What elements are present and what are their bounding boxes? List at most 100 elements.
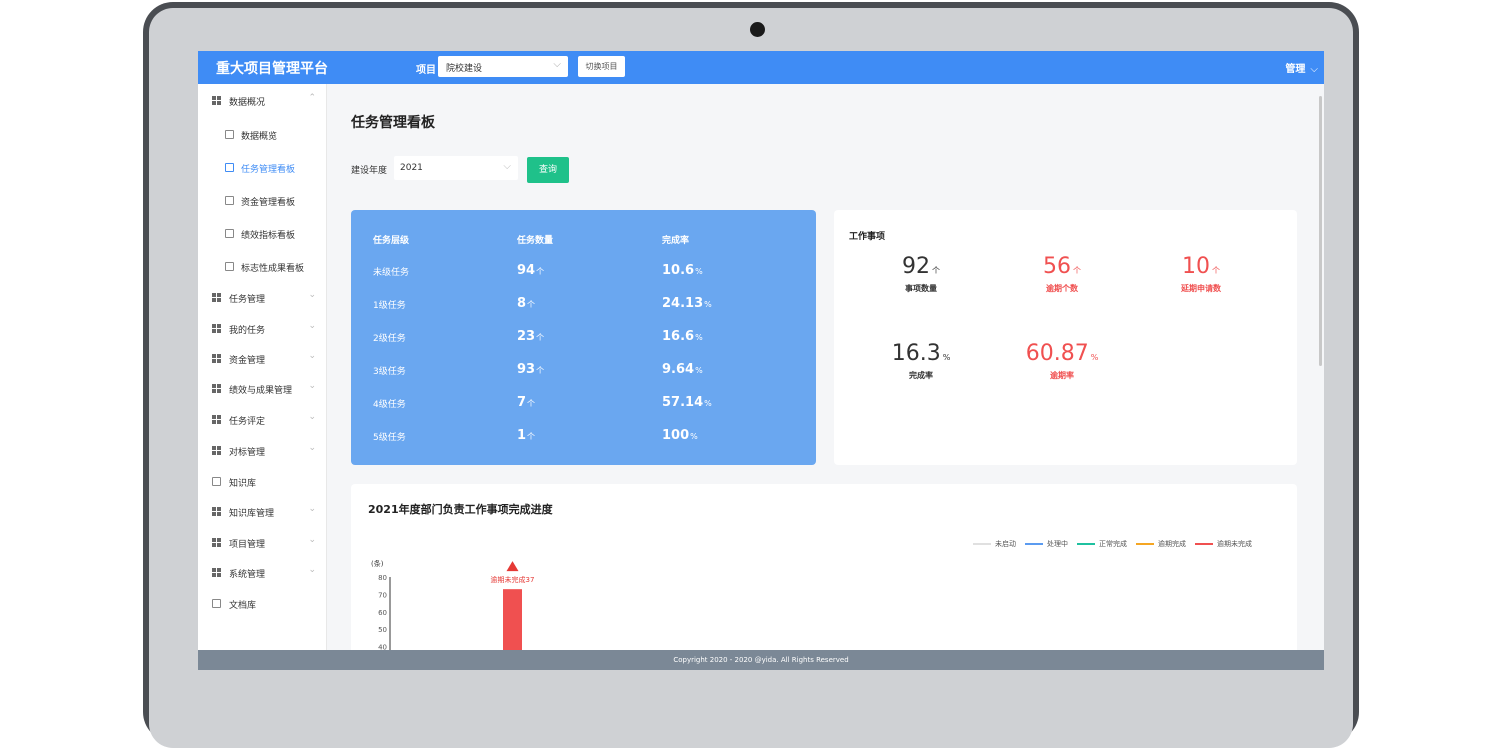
work-stat: 92 个事项数量 (861, 254, 981, 294)
query-button[interactable]: 查询 (527, 157, 569, 183)
task-level-label: 4级任务 (373, 400, 406, 410)
sidebar-item-7[interactable]: 我的任务 ⌄ (198, 320, 327, 340)
grid-icon (212, 324, 221, 333)
switch-project-button[interactable]: 切换项目 (578, 56, 625, 77)
camera-icon (750, 22, 765, 37)
task-rate-number: 100 (662, 428, 690, 443)
work-stat-value: 60.87% (1002, 341, 1122, 366)
work-stat-value: 10 个 (1141, 254, 1261, 279)
progress-chart-card: 2021年度部门负责工作事项完成进度 未启动 处理中 正常完成 逾期完成 逾期未完成 (… (351, 484, 1297, 670)
work-stat-label: 逾期个数 (1046, 284, 1078, 293)
y-axis-label: (条) (371, 559, 384, 568)
sidebar-item-1[interactable]: 数据概览 (198, 126, 327, 146)
header-rate: 完成率 (662, 236, 690, 246)
user-menu[interactable]: 管理 ⌵ (1285, 60, 1318, 75)
work-stat-value: 92 个 (861, 254, 981, 279)
page-title: 任务管理看板 (351, 115, 435, 131)
y-tick-label: 50 (378, 626, 387, 634)
sidebar-item-10[interactable]: 任务评定 ⌄ (198, 411, 327, 431)
y-tick-label: 70 (378, 591, 387, 599)
chevron-down-icon: ⌄ (308, 443, 316, 453)
task-rate-value: 9.64% (662, 362, 703, 377)
grid-icon (212, 446, 221, 455)
task-count-value: 8个 (517, 296, 535, 311)
top-bar: 重大项目管理平台 项目 院校建设 ⌵ 切换项目 管理 ⌵ (198, 51, 1324, 84)
task-level-card: 任务层级 任务数量 完成率 未级任务 94个 10.6% 1级任务 8个 24.13% 2级… (351, 210, 816, 465)
brand-title: 重大项目管理平台 (216, 61, 328, 77)
work-stat-unit: % (1090, 353, 1099, 362)
sidebar-item-label: 资金管理看板 (241, 198, 296, 208)
sidebar-item-label: 任务管理 (229, 295, 266, 305)
chevron-down-icon: ⌄ (308, 381, 316, 391)
sidebar-item-13[interactable]: 知识库管理 ⌄ (198, 503, 327, 523)
task-level-label: 2级任务 (373, 334, 406, 344)
sidebar-item-label: 文档库 (229, 601, 257, 611)
task-rate-number: 16.6 (662, 329, 695, 344)
sidebar-item-label: 知识库管理 (229, 509, 275, 519)
work-stat-number: 10 (1182, 254, 1210, 279)
sidebar-item-14[interactable]: 项目管理 ⌄ (198, 534, 327, 554)
grid-icon (212, 415, 221, 424)
scrollbar[interactable] (1319, 96, 1322, 366)
work-stat-value: 16.3% (861, 341, 981, 366)
document-icon (212, 599, 221, 608)
sidebar-item-16[interactable]: 文档库 (198, 595, 327, 615)
sidebar: 数据概况 ⌃ 数据概览 任务管理看板 资金管理看板 绩效指标看板 标志性成果看板 任务管理 ⌄ 我… (198, 84, 327, 670)
document-icon (225, 196, 234, 205)
task-count-number: 8 (517, 296, 527, 311)
chevron-down-icon: ⌄ (308, 504, 316, 514)
work-items-card: 工作事项 92 个事项数量 56 个逾期个数 10 个延期申请数 16.3% 完成率 60.87… (834, 210, 1297, 465)
sidebar-item-label: 资金管理 (229, 356, 266, 366)
task-count-number: 1 (517, 428, 527, 443)
sidebar-item-3[interactable]: 资金管理看板 (198, 192, 327, 212)
work-stat-number: 92 (902, 254, 930, 279)
sidebar-item-2[interactable]: 任务管理看板 (198, 159, 327, 179)
user-name: 管理 (1285, 64, 1306, 75)
task-count-unit: 个 (527, 432, 536, 441)
work-items-title: 工作事项 (849, 232, 886, 242)
y-tick-label: 80 (378, 574, 387, 582)
y-tick-label: 60 (378, 609, 387, 617)
task-count-number: 7 (517, 395, 527, 410)
sidebar-item-12[interactable]: 知识库 (198, 473, 327, 493)
app-screen: 重大项目管理平台 项目 院校建设 ⌵ 切换项目 管理 ⌵ 数据概况 ⌃ 数据概览 任务管… (198, 51, 1324, 670)
sidebar-item-11[interactable]: 对标管理 ⌄ (198, 442, 327, 462)
sidebar-item-label: 绩效与成果管理 (229, 386, 293, 396)
document-icon (225, 229, 234, 238)
document-icon (212, 477, 221, 486)
task-rate-value: 16.6% (662, 329, 703, 344)
chevron-down-icon: ⌵ (503, 161, 511, 172)
document-icon (225, 163, 234, 172)
grid-icon (212, 354, 221, 363)
grid-icon (212, 384, 221, 393)
bar-segment[interactable] (503, 589, 522, 654)
work-stat-unit: 个 (1073, 266, 1081, 275)
task-level-label: 未级任务 (373, 268, 410, 278)
chevron-down-icon: ⌵ (553, 59, 561, 70)
sidebar-item-label: 对标管理 (229, 448, 266, 458)
project-select[interactable]: 院校建设 ⌵ (438, 56, 568, 77)
sidebar-item-4[interactable]: 绩效指标看板 (198, 225, 327, 245)
task-rate-unit: % (695, 267, 703, 276)
sidebar-item-15[interactable]: 系统管理 ⌄ (198, 564, 327, 584)
sidebar-item-label: 任务评定 (229, 417, 266, 427)
work-stat-number: 56 (1043, 254, 1071, 279)
sidebar-item-label: 数据概况 (229, 98, 266, 108)
chevron-down-icon: ⌄ (308, 321, 316, 331)
task-rate-number: 10.6 (662, 263, 695, 278)
task-rate-value: 57.14% (662, 395, 712, 410)
task-rate-unit: % (695, 366, 703, 375)
sidebar-item-8[interactable]: 资金管理 ⌄ (198, 350, 327, 370)
sidebar-item-label: 知识库 (229, 479, 257, 489)
work-stat-label: 完成率 (909, 371, 933, 380)
sidebar-item-5[interactable]: 标志性成果看板 (198, 258, 327, 278)
year-label: 建设年度 (351, 166, 388, 176)
sidebar-item-0[interactable]: 数据概况 ⌃ (198, 92, 327, 112)
chevron-down-icon: ⌄ (308, 412, 316, 422)
task-rate-value: 100% (662, 428, 698, 443)
chevron-up-icon: ⌃ (308, 93, 316, 103)
sidebar-item-9[interactable]: 绩效与成果管理 ⌄ (198, 380, 327, 400)
sidebar-item-6[interactable]: 任务管理 ⌄ (198, 289, 327, 309)
footer: Copyright 2020 - 2020 @yida. All Rights … (198, 650, 1324, 670)
year-select[interactable]: 2021 ⌵ (394, 156, 518, 180)
